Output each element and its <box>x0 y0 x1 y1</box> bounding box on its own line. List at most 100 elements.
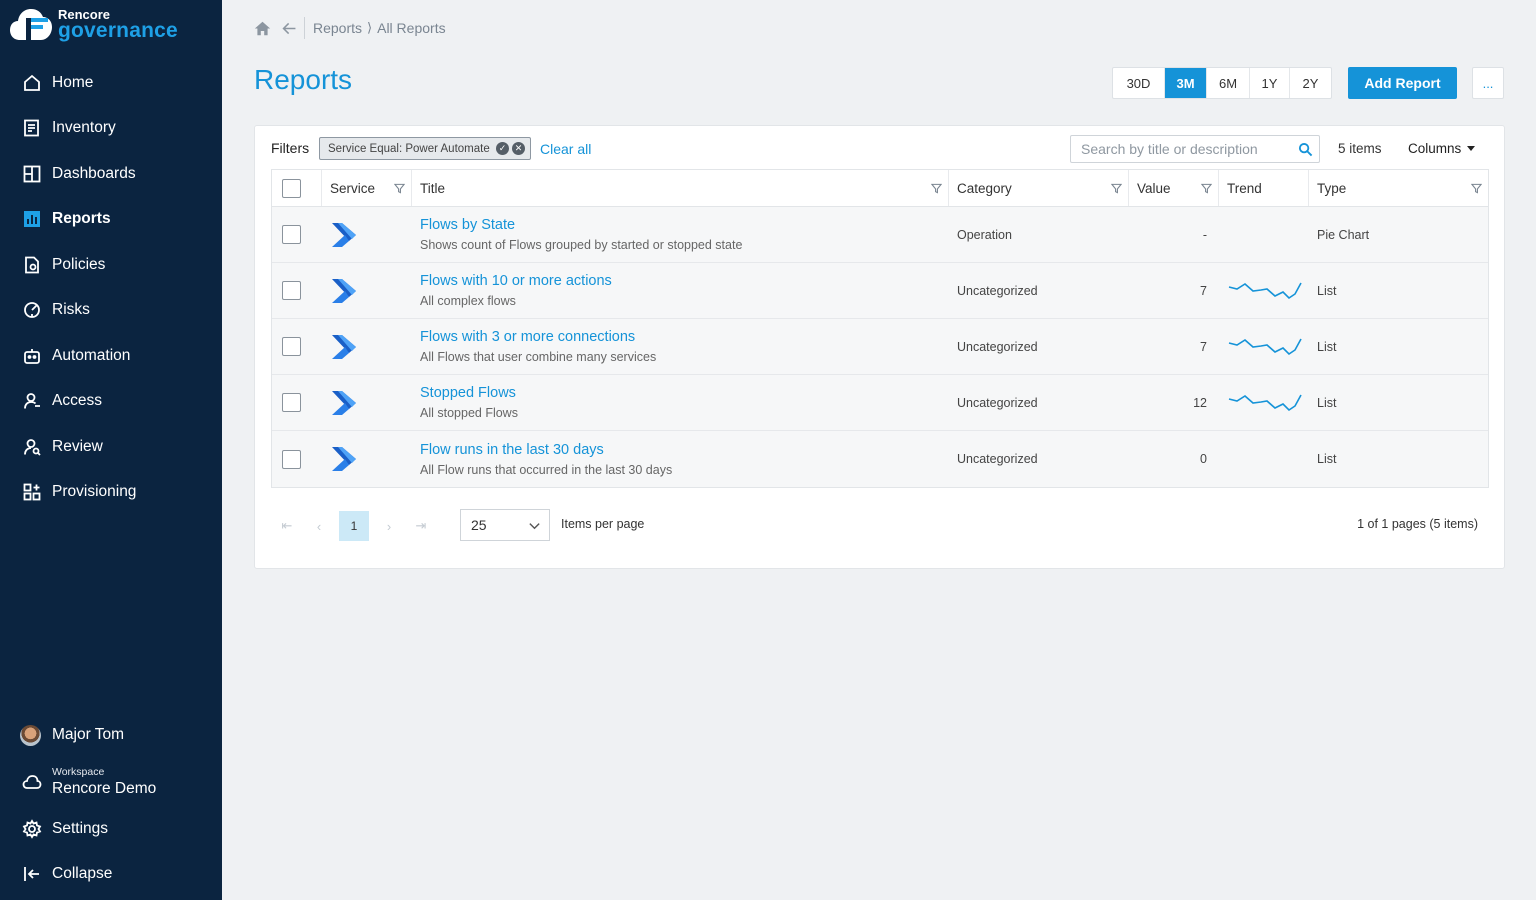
prev-page-button[interactable]: ‹ <box>303 510 335 542</box>
row-select-cell <box>272 375 322 430</box>
first-page-button[interactable]: ⇤ <box>271 510 303 542</box>
nav-item-settings[interactable]: Settings <box>0 806 222 852</box>
access-icon <box>24 393 40 409</box>
sidebar: Rencore governance Home Inventory Dashbo… <box>0 0 222 900</box>
trend-cell <box>1219 207 1309 262</box>
nav-item-dashboards[interactable]: Dashboards <box>0 151 222 197</box>
filter-icon[interactable] <box>1471 183 1482 194</box>
service-cell <box>322 431 412 487</box>
filters-label: Filters <box>271 140 310 156</box>
breadcrumb-reports[interactable]: Reports <box>313 20 362 36</box>
nav-item-reports[interactable]: Reports <box>0 197 222 243</box>
column-header-trend[interactable]: Trend <box>1219 170 1309 206</box>
clear-all-link[interactable]: Clear all <box>540 141 591 157</box>
period-1y-button[interactable]: 1Y <box>1250 68 1290 98</box>
row-checkbox[interactable] <box>282 225 301 244</box>
column-header-category[interactable]: Category <box>949 170 1129 206</box>
page-title: Reports <box>254 64 353 95</box>
title-cell: Flows by State Shows count of Flows grou… <box>412 207 949 262</box>
rencore-logo[interactable]: Rencore governance <box>10 6 178 42</box>
logo-cloud-icon <box>10 9 52 40</box>
row-checkbox[interactable] <box>282 393 301 412</box>
period-2y-button[interactable]: 2Y <box>1290 68 1331 98</box>
close-icon[interactable]: ✕ <box>512 142 525 155</box>
chevron-down-icon <box>529 522 540 529</box>
trend-cell <box>1219 263 1309 318</box>
filter-chip[interactable]: Service Equal: Power Automate ✓ ✕ <box>319 137 531 160</box>
filter-icon[interactable] <box>931 183 942 194</box>
page-1-button[interactable]: 1 <box>339 511 369 541</box>
column-header-value[interactable]: Value <box>1129 170 1219 206</box>
nav-label: Provisioning <box>52 483 137 501</box>
report-title-link[interactable]: Flows with 3 or more connections <box>420 329 635 345</box>
column-label: Type <box>1317 180 1347 196</box>
period-30d-button[interactable]: 30D <box>1113 68 1165 98</box>
search-icon[interactable] <box>1298 142 1313 157</box>
last-page-button[interactable]: ⇥ <box>405 510 437 542</box>
period-3m-button[interactable]: 3M <box>1165 68 1207 98</box>
pagination: ⇤ ‹ 1 › ⇥ <box>271 510 437 542</box>
value-cell: 7 <box>1200 339 1207 354</box>
trend-cell <box>1219 375 1309 430</box>
caret-down-icon <box>1467 146 1476 151</box>
nav-label: Review <box>52 437 103 455</box>
period-6m-button[interactable]: 6M <box>1207 68 1250 98</box>
nav-item-policies[interactable]: Policies <box>0 242 222 288</box>
report-title-link[interactable]: Stopped Flows <box>420 385 516 401</box>
nav-item-home[interactable]: Home <box>0 60 222 106</box>
workspace-label: Workspace <box>52 766 105 778</box>
nav-item-risks[interactable]: Risks <box>0 288 222 334</box>
row-checkbox[interactable] <box>282 449 301 469</box>
title-cell: Flows with 10 or more actions All comple… <box>412 263 949 318</box>
filter-icon[interactable] <box>394 183 405 194</box>
column-header-title[interactable]: Title <box>412 170 949 206</box>
report-title-link[interactable]: Flows by State <box>420 217 515 233</box>
report-description: Shows count of Flows grouped by started … <box>420 238 743 252</box>
title-cell: Stopped Flows All stopped Flows <box>412 375 949 430</box>
report-title-link[interactable]: Flows with 10 or more actions <box>420 273 612 289</box>
table-row[interactable]: Stopped Flows All stopped Flows Uncatego… <box>272 375 1488 431</box>
filter-icon[interactable] <box>1111 183 1122 194</box>
items-per-page-value: 25 <box>471 517 487 533</box>
title-cell: Flow runs in the last 30 days All Flow r… <box>412 431 949 487</box>
report-title-link[interactable]: Flow runs in the last 30 days <box>420 442 604 458</box>
items-per-page-select[interactable]: 25 <box>460 509 550 541</box>
more-options-button[interactable]: ... <box>1472 67 1504 99</box>
reports-table: Service Title Category Value Trend Type <box>271 169 1489 488</box>
nav-item-inventory[interactable]: Inventory <box>0 106 222 152</box>
trend-sparkline <box>1228 394 1302 411</box>
trend-line <box>1228 282 1302 299</box>
table-row[interactable]: Flows by State Shows count of Flows grou… <box>272 207 1488 263</box>
row-checkbox[interactable] <box>282 337 301 356</box>
nav-item-collapse[interactable]: Collapse <box>0 852 222 898</box>
user-menu[interactable]: Major Tom <box>0 712 222 758</box>
filter-icon[interactable] <box>1201 183 1212 194</box>
breadcrumb-current: All Reports <box>377 20 446 36</box>
next-page-button[interactable]: › <box>373 510 405 542</box>
nav-item-provisioning[interactable]: Provisioning <box>0 470 222 516</box>
search-input[interactable] <box>1071 141 1286 157</box>
back-arrow-icon[interactable] <box>281 20 298 37</box>
nav-item-access[interactable]: Access <box>0 379 222 425</box>
home-icon <box>24 74 40 91</box>
risks-icon <box>24 302 40 319</box>
avatar <box>20 724 41 746</box>
columns-label: Columns <box>1408 141 1462 156</box>
nav-item-automation[interactable]: Automation <box>0 333 222 379</box>
check-icon[interactable]: ✓ <box>496 142 509 155</box>
add-report-button[interactable]: Add Report <box>1348 67 1457 99</box>
collapse-icon <box>24 867 39 882</box>
column-header-type[interactable]: Type <box>1309 170 1488 206</box>
table-row[interactable]: Flow runs in the last 30 days All Flow r… <box>272 431 1488 487</box>
column-header-service[interactable]: Service <box>322 170 412 206</box>
table-row[interactable]: Flows with 3 or more connections All Flo… <box>272 319 1488 375</box>
home-icon[interactable] <box>254 20 271 37</box>
review-icon <box>24 438 41 456</box>
select-all-checkbox[interactable] <box>282 178 301 198</box>
workspace-switcher[interactable]: Workspace Rencore Demo <box>0 758 222 806</box>
provisioning-icon <box>23 483 41 501</box>
nav-item-review[interactable]: Review <box>0 424 222 470</box>
columns-dropdown[interactable]: Columns <box>1408 141 1476 156</box>
table-row[interactable]: Flows with 10 or more actions All comple… <box>272 263 1488 319</box>
row-checkbox[interactable] <box>282 281 301 300</box>
